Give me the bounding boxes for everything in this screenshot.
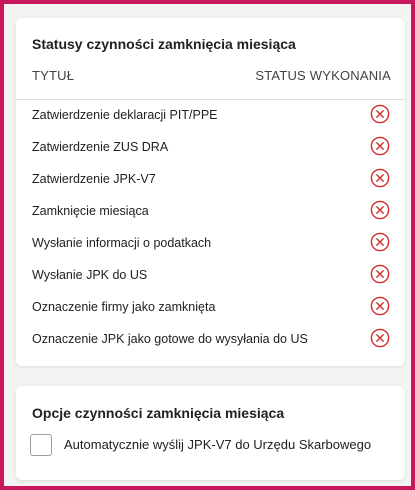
- error-circle-icon: [370, 232, 390, 252]
- auto-send-option[interactable]: Automatycznie wyślij JPK-V7 do Urzędu Sk…: [30, 434, 395, 460]
- row-label: Zatwierdzenie deklaracji PIT/PPE: [32, 108, 218, 122]
- table-row: Wysłanie informacji o podatkach: [16, 228, 405, 260]
- error-circle-icon: [370, 136, 390, 156]
- table-row: Zatwierdzenie JPK-V7: [16, 164, 405, 196]
- table-row: Zatwierdzenie deklaracji PIT/PPE: [16, 100, 405, 132]
- row-label: Zatwierdzenie ZUS DRA: [32, 140, 169, 154]
- options-card: Opcje czynności zamknięcia miesiąca Auto…: [16, 386, 405, 480]
- options-card-title: Opcje czynności zamknięcia miesiąca: [32, 405, 285, 421]
- auto-send-checkbox[interactable]: [30, 434, 52, 456]
- column-header-status: STATUS WYKONANIA: [255, 68, 391, 83]
- row-label: Oznaczenie firmy jako zamknięta: [32, 300, 216, 314]
- table-row: Zatwierdzenie ZUS DRA: [16, 132, 405, 164]
- table-header: TYTUŁ STATUS WYKONANIA: [32, 68, 391, 88]
- error-circle-icon: [370, 296, 390, 316]
- row-label: Oznaczenie JPK jako gotowe do wysyłania …: [32, 332, 308, 346]
- row-label: Zamknięcie miesiąca: [32, 204, 149, 218]
- row-label: Wysłanie informacji o podatkach: [32, 236, 212, 250]
- error-circle-icon: [370, 168, 390, 188]
- window-frame: Statusy czynności zamknięcia miesiąca TY…: [0, 0, 415, 490]
- table-row: Oznaczenie firmy jako zamknięta: [16, 292, 405, 324]
- status-card-title: Statusy czynności zamknięcia miesiąca: [32, 36, 296, 52]
- row-label: Wysłanie JPK do US: [32, 268, 148, 282]
- status-card: Statusy czynności zamknięcia miesiąca TY…: [16, 18, 405, 366]
- error-circle-icon: [370, 328, 390, 348]
- table-row: Zamknięcie miesiąca: [16, 196, 405, 228]
- row-label: Zatwierdzenie JPK-V7: [32, 172, 156, 186]
- error-circle-icon: [370, 200, 390, 220]
- error-circle-icon: [370, 104, 390, 124]
- error-circle-icon: [370, 264, 390, 284]
- table-row: Oznaczenie JPK jako gotowe do wysyłania …: [16, 324, 405, 356]
- auto-send-label[interactable]: Automatycznie wyślij JPK-V7 do Urzędu Sk…: [64, 437, 371, 452]
- column-header-title: TYTUŁ: [32, 68, 75, 83]
- table-row: Wysłanie JPK do US: [16, 260, 405, 292]
- status-list: Zatwierdzenie deklaracji PIT/PPE Zatwier…: [16, 100, 405, 356]
